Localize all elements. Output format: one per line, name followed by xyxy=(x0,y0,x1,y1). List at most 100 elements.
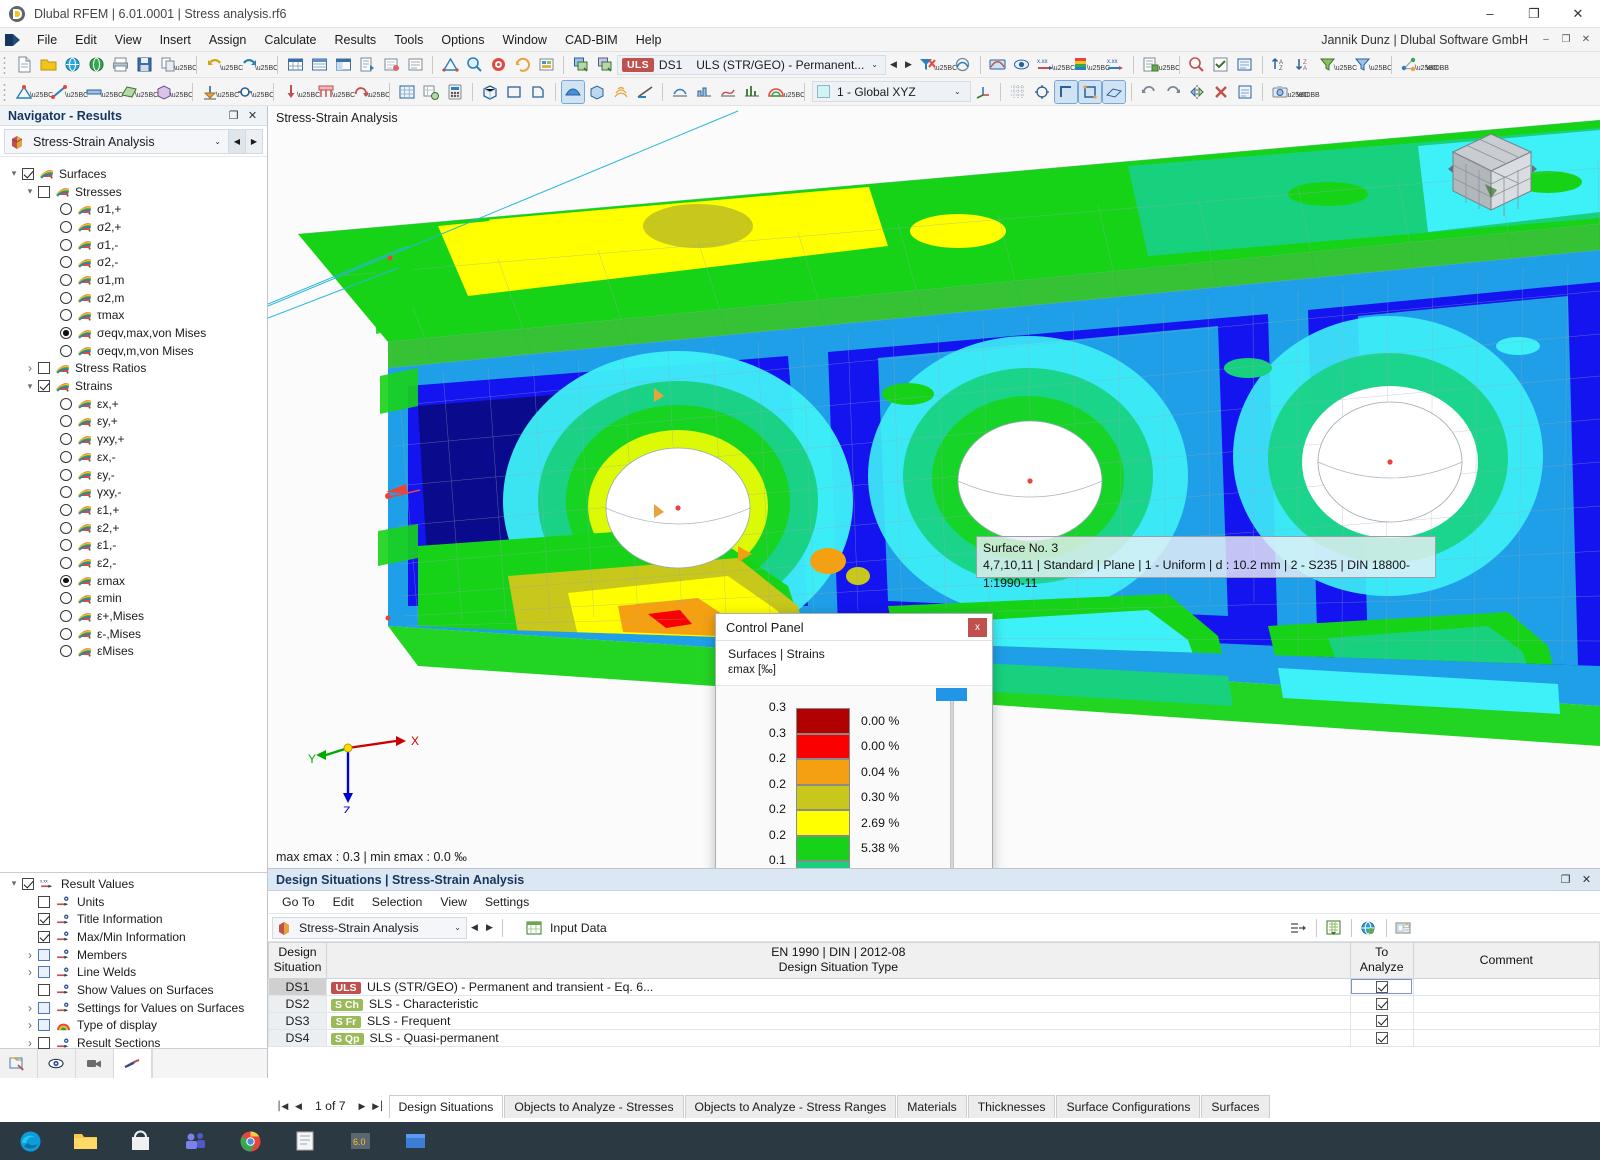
navigator-close-icon[interactable]: ✕ xyxy=(246,109,259,122)
share-model-icon[interactable] xyxy=(1398,54,1420,76)
table-menu-view[interactable]: View xyxy=(431,893,475,911)
table-row[interactable]: DS2 S Ch SLS - Characteristic xyxy=(268,994,1600,1013)
taskbar-rfem-icon[interactable]: 6.0 xyxy=(348,1129,373,1154)
navigator-restore-icon[interactable]: ❐ xyxy=(227,109,240,122)
doc-close-button[interactable]: ✕ xyxy=(1578,32,1594,48)
new-member-caret[interactable]: \u25BC xyxy=(100,81,123,103)
table-menu-edit[interactable]: Edit xyxy=(324,893,363,911)
table-row[interactable]: DS1 ULS ULS (STR/GEO) - Permanent and tran… xyxy=(268,977,1600,996)
tree-item-stress-2[interactable]: σ1,- xyxy=(0,236,267,254)
render-icon[interactable] xyxy=(487,54,509,76)
load-surface-caret[interactable]: \u25BC xyxy=(332,81,355,103)
mesh-icon[interactable] xyxy=(396,81,418,103)
chevron-down-icon[interactable] xyxy=(6,168,22,179)
chevron-right-icon[interactable] xyxy=(22,1001,38,1015)
coordinate-origin-icon[interactable] xyxy=(972,81,994,103)
diagram-type-icon-1[interactable] xyxy=(669,81,691,103)
navigator-tab-project[interactable] xyxy=(0,1049,38,1078)
menu-calculate[interactable]: Calculate xyxy=(255,30,325,50)
redo-dropdown-caret[interactable]: \u25BC xyxy=(255,54,278,76)
printout-report-icon[interactable] xyxy=(1140,54,1162,76)
chevron-right-icon[interactable] xyxy=(22,965,38,979)
hinge-caret[interactable]: \u25BC xyxy=(251,81,274,103)
model-check-icon[interactable] xyxy=(1210,54,1232,76)
web-model-icon[interactable] xyxy=(61,54,83,76)
strain-0-radio[interactable] xyxy=(60,397,72,410)
ortho-toggle-icon[interactable] xyxy=(1053,79,1078,104)
tree-item-stress-7[interactable]: σeqv,max,von Mises xyxy=(0,324,267,342)
type-of-display-checkbox[interactable] xyxy=(38,1019,50,1032)
menu-options[interactable]: Options xyxy=(432,30,493,50)
result-color-scale-icon[interactable] xyxy=(1070,54,1092,76)
tree-item-type-of-display[interactable]: Type of display xyxy=(0,1017,267,1035)
open-file-icon[interactable] xyxy=(37,54,59,76)
undo-view-icon[interactable] xyxy=(1138,81,1160,103)
table-menu-goto[interactable]: Go To xyxy=(273,893,324,911)
cell-comment[interactable] xyxy=(1412,1011,1600,1030)
tab-surfaces[interactable]: Surfaces xyxy=(1201,1095,1270,1118)
export-excel-icon[interactable] xyxy=(1323,917,1345,939)
tree-item-strain-8[interactable]: ε1,- xyxy=(0,536,267,554)
analyze-checkbox[interactable] xyxy=(1375,997,1388,1010)
display-section-icon[interactable] xyxy=(634,81,656,103)
table-row[interactable]: DS4 S Qp SLS - Quasi-permanent xyxy=(268,1028,1600,1047)
tab-thicknesses[interactable]: Thicknesses xyxy=(967,1095,1056,1118)
settings-for-values-on-surfaces-checkbox[interactable] xyxy=(38,1001,50,1014)
model-info-icon[interactable] xyxy=(1234,54,1256,76)
support-caret[interactable]: \u25BC xyxy=(216,81,239,103)
display-isolines-icon[interactable] xyxy=(610,81,632,103)
cell-design-situation-type[interactable]: S Fr SLS - Frequent xyxy=(326,1011,1351,1030)
title-information-checkbox[interactable] xyxy=(38,913,50,926)
tree-item-result-values[interactable]: x.xx Result Values xyxy=(0,875,267,893)
strain-3-radio[interactable] xyxy=(60,450,72,463)
object-info-icon[interactable] xyxy=(1234,81,1256,103)
table-input-data-button[interactable]: Input Data xyxy=(526,920,607,936)
show-results-icon[interactable] xyxy=(987,54,1009,76)
taskbar-explorer2-icon[interactable] xyxy=(403,1129,428,1154)
design-situations-table[interactable]: Design Situation EN 1990 | DIN | 2012-08… xyxy=(268,942,1600,1047)
taskbar-store-icon[interactable] xyxy=(128,1129,153,1154)
chevron-right-icon[interactable] xyxy=(22,1018,38,1032)
result-values-xxx-icon[interactable]: x.xx xyxy=(1035,54,1057,76)
tab-materials[interactable]: Materials xyxy=(897,1095,967,1118)
cell-design-situation[interactable]: DS1 xyxy=(268,977,327,996)
analyze-checkbox[interactable] xyxy=(1375,980,1388,993)
printout-dropdown-caret[interactable]: \u25BC xyxy=(1157,54,1180,76)
menu-edit[interactable]: Edit xyxy=(66,30,106,50)
plane-snap-icon[interactable] xyxy=(1101,79,1126,104)
sort-descending-icon[interactable]: ZA xyxy=(1293,54,1315,76)
color-scale-dropdown-caret[interactable]: \u25BC xyxy=(1087,54,1110,76)
new-file-icon[interactable] xyxy=(13,54,35,76)
tree-item-stress-8[interactable]: σeqv,m,von Mises xyxy=(0,342,267,360)
table-export-icon[interactable] xyxy=(380,54,402,76)
strain-9-radio[interactable] xyxy=(60,556,72,569)
legend-swatch-4[interactable] xyxy=(796,810,850,836)
close-button[interactable]: ✕ xyxy=(1556,0,1600,28)
cell-comment[interactable] xyxy=(1412,994,1600,1013)
chevron-down-icon[interactable] xyxy=(22,186,38,197)
tree-item-strain-6[interactable]: ε1,+ xyxy=(0,501,267,519)
table-menu-selection[interactable]: Selection xyxy=(363,893,432,911)
diagram-type-icon-3[interactable] xyxy=(717,81,739,103)
strain-13-radio[interactable] xyxy=(60,627,72,640)
taskbar-notes-icon[interactable] xyxy=(293,1129,318,1154)
new-solid-caret[interactable]: \u25BC xyxy=(170,81,193,103)
new-node-caret[interactable]: \u25BC xyxy=(30,81,53,103)
menu-tools[interactable]: Tools xyxy=(385,30,432,50)
col-comment[interactable]: Comment xyxy=(1412,942,1600,979)
result-case-icon-2[interactable] xyxy=(594,54,616,76)
tree-item-strain-2[interactable]: γxy,+ xyxy=(0,430,267,448)
toolbar-grip-2[interactable] xyxy=(3,81,9,102)
table-combo-next-button[interactable]: ▶ xyxy=(482,918,497,938)
tree-item-strain-13[interactable]: ε-,Mises xyxy=(0,625,267,643)
col-design-situation[interactable]: Design Situation xyxy=(268,942,327,979)
navigator-analysis-combo[interactable]: Stress-Strain Analysis ⌄ ◀ ▶ xyxy=(4,129,263,154)
strain-5-radio[interactable] xyxy=(60,486,72,499)
table-rows-icon[interactable] xyxy=(1288,917,1310,939)
tree-item-strains[interactable]: Strains xyxy=(0,377,267,395)
taskbar-chrome-icon[interactable] xyxy=(238,1129,263,1154)
result-sections-checkbox[interactable] xyxy=(38,1037,50,1050)
table-menu-settings[interactable]: Settings xyxy=(476,893,538,911)
tree-item-strain-11[interactable]: εmin xyxy=(0,590,267,608)
legend-swatch-3[interactable] xyxy=(796,784,850,811)
